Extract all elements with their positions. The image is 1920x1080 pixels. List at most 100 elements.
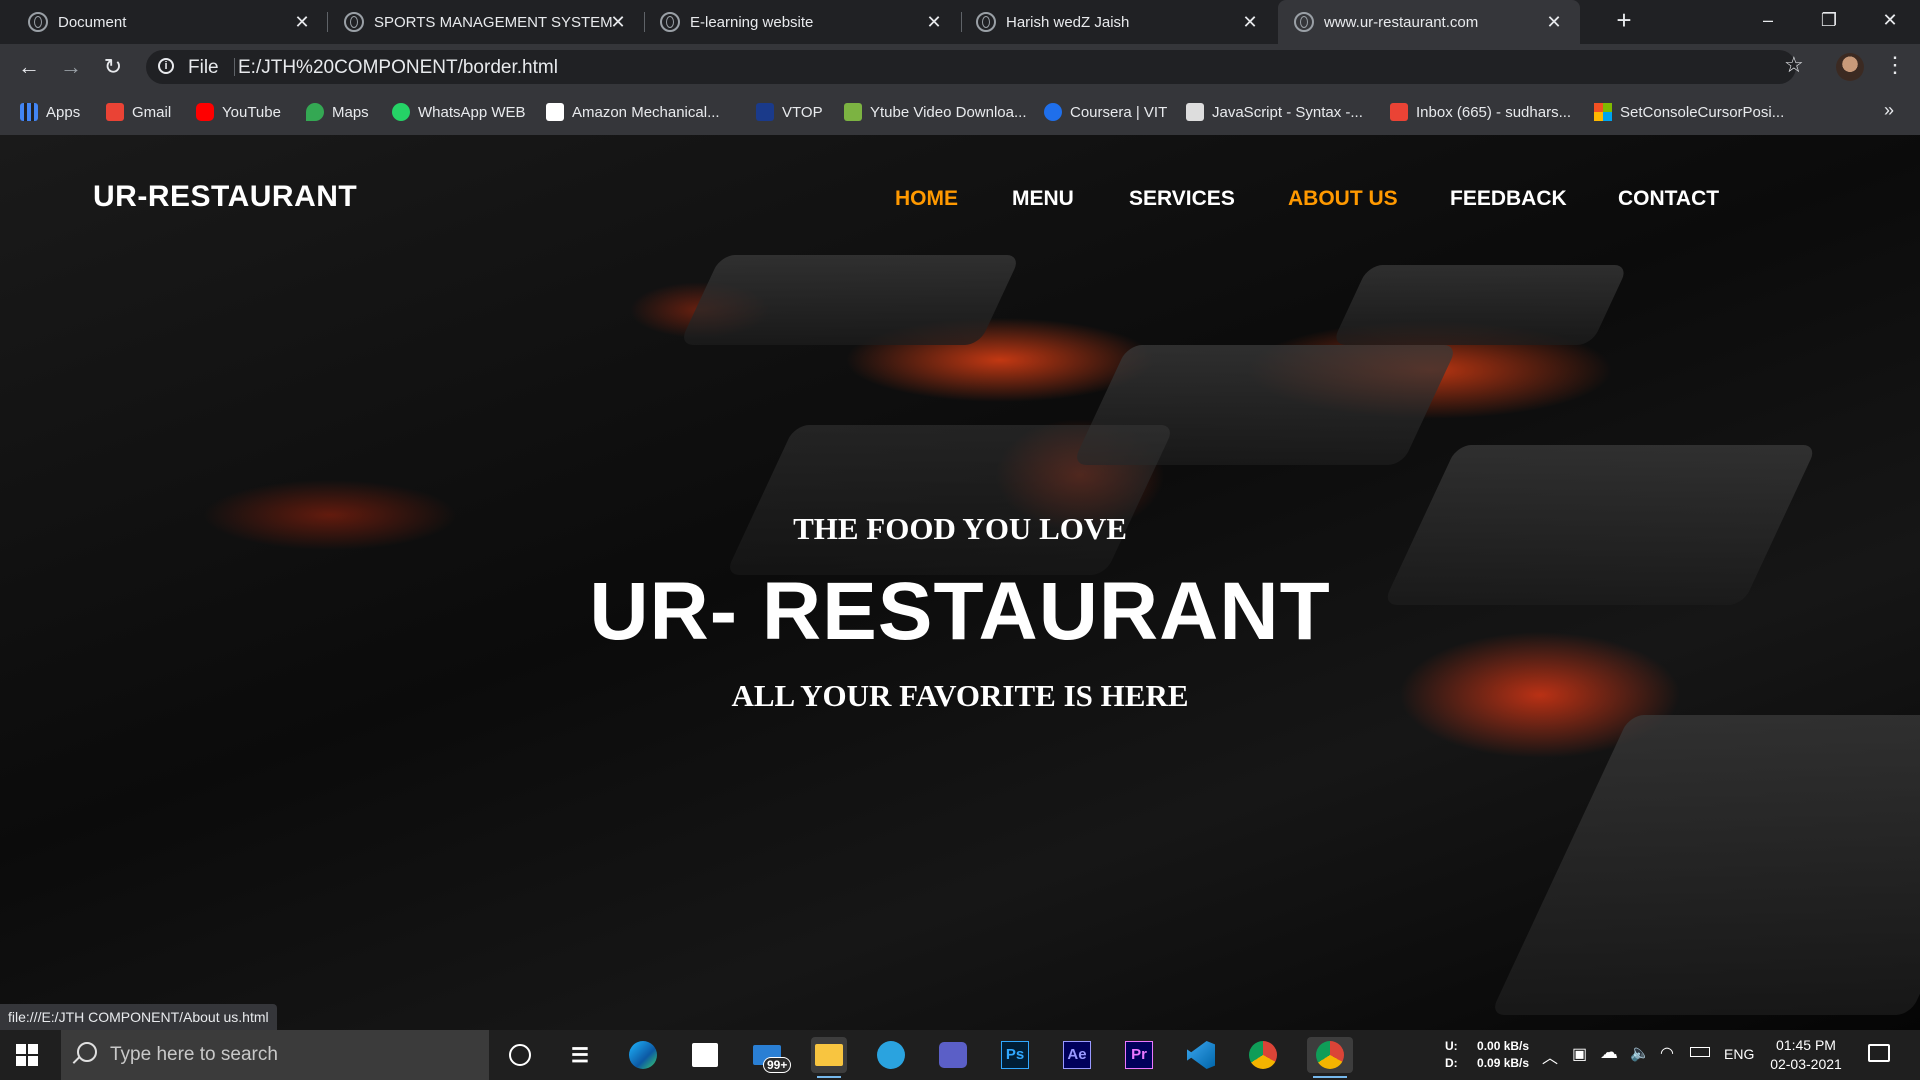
after-effects-icon[interactable]: Ae <box>1059 1037 1095 1073</box>
tab-separator <box>961 12 962 32</box>
photoshop-icon[interactable]: Ps <box>997 1037 1033 1073</box>
bookmark-youtube[interactable]: YouTube <box>196 100 281 124</box>
globe-icon <box>1294 12 1314 32</box>
volume-icon[interactable]: 🔈 <box>1630 1043 1650 1063</box>
restaurant-page: UR-RESTAURANT HOME MENU SERVICES ABOUT U… <box>0 135 1920 1030</box>
browser-toolbar: ← → ↻ i File E:/JTH%20COMPONENT/border.h… <box>0 44 1920 90</box>
restore-button[interactable]: ❐ <box>1799 0 1859 44</box>
bookmark-gmail[interactable]: Gmail <box>106 100 171 124</box>
telegram-icon[interactable] <box>873 1037 909 1073</box>
tab-ur-restaurant[interactable]: www.ur-restaurant.com ✕ <box>1278 0 1580 44</box>
upload-label: U: <box>1445 1039 1458 1053</box>
tab-separator <box>327 12 328 32</box>
bookmark-amazon[interactable]: Amazon Mechanical... <box>546 100 720 124</box>
nav-feedback[interactable]: FEEDBACK <box>1450 187 1567 211</box>
youtube-icon <box>196 103 214 121</box>
maps-pin-icon <box>306 103 324 121</box>
windows-start-icon[interactable] <box>16 1044 38 1066</box>
tab-label: www.ur-restaurant.com <box>1324 13 1479 31</box>
tab-strip: Document ✕ SPORTS MANAGEMENT SYSTEM ✕ E-… <box>0 0 1920 44</box>
forward-button[interactable]: → <box>56 52 86 82</box>
bookmark-javascript[interactable]: JavaScript - Syntax -... <box>1186 100 1363 124</box>
tab-label: E-learning website <box>690 13 814 31</box>
profile-avatar[interactable] <box>1836 53 1864 81</box>
browser-chrome: Document ✕ SPORTS MANAGEMENT SYSTEM ✕ E-… <box>0 0 1920 135</box>
bookmark-maps[interactable]: Maps <box>306 100 369 124</box>
tray-chevron-icon[interactable]: ︿ <box>1542 1044 1558 1068</box>
globe-icon <box>976 12 996 32</box>
meet-now-icon[interactable]: ▣ <box>1572 1044 1587 1064</box>
bookmarks-overflow-button[interactable]: » <box>1884 100 1894 121</box>
bookmark-star-icon[interactable]: ☆ <box>1784 52 1804 78</box>
background-block <box>679 255 1021 345</box>
globe-icon <box>660 12 680 32</box>
new-tab-button[interactable]: + <box>1594 0 1654 44</box>
file-explorer-icon[interactable] <box>811 1037 847 1078</box>
bookmark-vtop[interactable]: VTOP <box>756 100 823 124</box>
bookmarks-bar: Apps Gmail YouTube Maps WhatsApp WEB Ama… <box>0 90 1920 135</box>
store-icon[interactable] <box>687 1037 723 1073</box>
mail-icon[interactable]: 99+ <box>749 1037 792 1073</box>
nav-home[interactable]: HOME <box>895 187 958 211</box>
gmail-icon <box>1390 103 1408 121</box>
tab-close-icon[interactable]: ✕ <box>606 10 630 34</box>
taskbar-search-box[interactable]: Type here to search <box>61 1030 489 1080</box>
whatsapp-icon <box>392 103 410 121</box>
address-url[interactable]: E:/JTH%20COMPONENT/border.html <box>238 57 558 79</box>
bookmark-whatsapp[interactable]: WhatsApp WEB <box>392 100 526 124</box>
nav-about-us[interactable]: ABOUT US <box>1288 187 1398 211</box>
task-view-icon[interactable]: ☰ <box>562 1037 598 1073</box>
tab-sports-management[interactable]: SPORTS MANAGEMENT SYSTEM ✕ <box>344 0 639 44</box>
bookmark-inbox[interactable]: Inbox (665) - sudhars... <box>1390 100 1571 124</box>
tab-document[interactable]: Document ✕ <box>28 0 323 44</box>
premiere-icon[interactable]: Pr <box>1121 1037 1157 1073</box>
clock-date: 02-03-2021 <box>1770 1056 1842 1072</box>
taskbar-clock[interactable]: 01:45 PM 02-03-2021 <box>1766 1036 1846 1074</box>
search-icon <box>77 1042 97 1062</box>
download-speed: 0.09 kB/s <box>1477 1056 1530 1070</box>
reload-button[interactable]: ↻ <box>98 52 128 82</box>
close-window-button[interactable]: ✕ <box>1860 0 1920 44</box>
background-block <box>1331 265 1629 345</box>
chrome-icon[interactable] <box>1245 1037 1281 1073</box>
tab-elearning[interactable]: E-learning website ✕ <box>660 0 955 44</box>
tab-close-icon[interactable]: ✕ <box>922 10 946 34</box>
chrome-active-icon[interactable] <box>1307 1037 1353 1078</box>
language-indicator[interactable]: ENG <box>1724 1046 1754 1062</box>
notifications-icon[interactable] <box>1868 1044 1890 1062</box>
minimize-button[interactable]: – <box>1738 0 1798 44</box>
vscode-icon[interactable] <box>1183 1037 1219 1073</box>
globe-icon <box>344 12 364 32</box>
tab-close-icon[interactable]: ✕ <box>1238 10 1262 34</box>
edge-icon[interactable] <box>625 1037 661 1073</box>
mail-badge: 99+ <box>763 1057 792 1073</box>
site-info-icon[interactable]: i <box>158 58 174 74</box>
download-arrow-icon <box>844 103 862 121</box>
wifi-icon[interactable]: ◠ <box>1660 1043 1674 1063</box>
network-speed-meter: U: 0.00 kB/s D: 0.09 kB/s <box>1445 1038 1535 1072</box>
download-label: D: <box>1445 1056 1458 1070</box>
bookmark-coursera[interactable]: Coursera | VIT <box>1044 100 1167 124</box>
apps-grid-icon <box>20 103 38 121</box>
cortana-icon[interactable] <box>502 1037 538 1073</box>
vtop-icon <box>756 103 774 121</box>
tab-close-icon[interactable]: ✕ <box>1542 10 1566 34</box>
nav-contact[interactable]: CONTACT <box>1618 187 1719 211</box>
teams-icon[interactable] <box>935 1037 971 1073</box>
back-button[interactable]: ← <box>14 52 44 82</box>
taskbar-search-placeholder: Type here to search <box>110 1044 278 1065</box>
onedrive-cloud-icon[interactable]: ☁ <box>1600 1042 1618 1063</box>
address-scheme: File <box>188 57 219 78</box>
nav-services[interactable]: SERVICES <box>1129 187 1235 211</box>
nav-menu[interactable]: MENU <box>1012 187 1074 211</box>
browser-menu-icon[interactable]: ⋮ <box>1884 52 1906 78</box>
bookmark-apps[interactable]: Apps <box>20 100 80 124</box>
address-bar[interactable]: i File E:/JTH%20COMPONENT/border.html <box>146 50 1796 84</box>
bookmark-setconsole[interactable]: SetConsoleCursorPosi... <box>1594 100 1784 124</box>
status-bar-url: file:///E:/JTH COMPONENT/About us.html <box>0 1004 277 1030</box>
site-logo[interactable]: UR-RESTAURANT <box>93 180 357 214</box>
tab-close-icon[interactable]: ✕ <box>290 10 314 34</box>
battery-icon[interactable] <box>1690 1047 1710 1057</box>
tab-harish[interactable]: Harish wedZ Jaish ✕ <box>976 0 1271 44</box>
bookmark-ytube-downloader[interactable]: Ytube Video Downloa... <box>844 100 1027 124</box>
